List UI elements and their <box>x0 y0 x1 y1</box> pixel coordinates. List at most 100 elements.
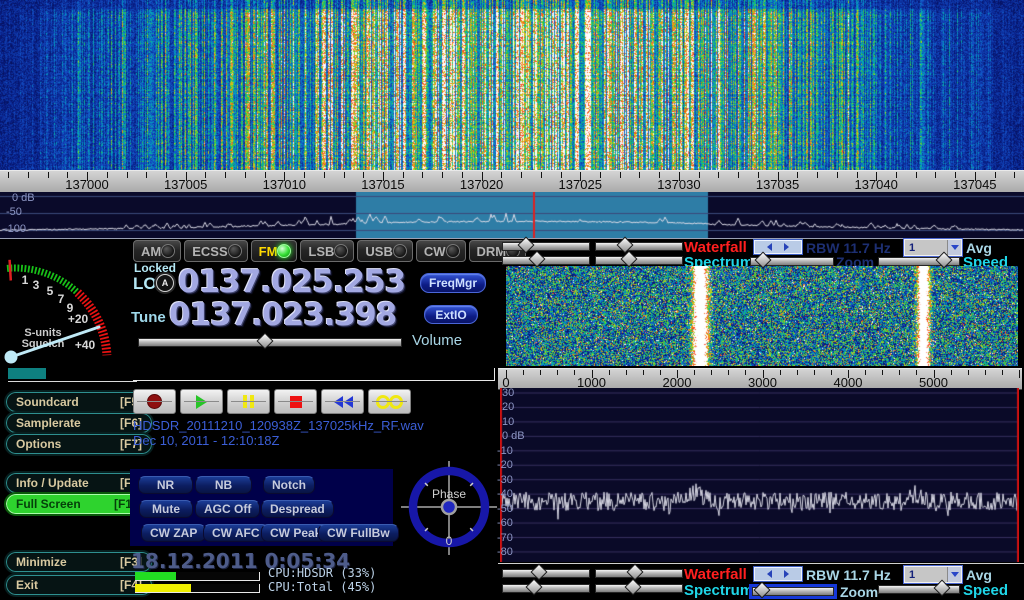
wf-brightness-slider-top[interactable] <box>502 242 590 251</box>
pause-icon <box>243 395 254 408</box>
avg-select-bottom[interactable]: 1 <box>904 566 962 583</box>
slider-thumb[interactable] <box>625 579 642 596</box>
chevron-down-icon[interactable] <box>947 240 961 255</box>
scale-tick <box>540 370 541 375</box>
smeter-needle-hub <box>5 351 18 364</box>
zoom-slider-top[interactable] <box>750 257 834 266</box>
button-label: Soundcard <box>16 395 79 409</box>
nb-button[interactable]: NB <box>195 476 252 494</box>
soundcard-button[interactable]: Soundcard[F5] <box>6 392 152 412</box>
nr-button[interactable]: NR <box>138 476 193 494</box>
mode-ecss-button[interactable]: ECSS <box>184 240 247 262</box>
mode-am-button[interactable]: AM <box>133 240 181 262</box>
slider-thumb[interactable] <box>257 333 274 350</box>
scale-tick <box>985 370 986 375</box>
notch-button[interactable]: Notch <box>263 476 315 494</box>
sp-contrast-slider-top[interactable] <box>595 256 683 265</box>
db-label: 0 dB <box>502 430 525 442</box>
freqmgr-button[interactable]: FreqMgr <box>420 273 486 293</box>
scale-tick <box>780 370 781 375</box>
lock-auto-icon[interactable]: A <box>156 274 174 292</box>
cw-zap-button[interactable]: CW ZAP <box>141 524 206 542</box>
rewind-button[interactable] <box>321 389 364 414</box>
record-button[interactable] <box>133 389 176 414</box>
mute-button[interactable]: Mute <box>139 500 193 518</box>
wf-contrast-slider-top[interactable] <box>595 242 683 251</box>
db-label: -20 <box>497 459 513 471</box>
play-button[interactable] <box>180 389 223 414</box>
slider-thumb[interactable] <box>620 251 637 268</box>
cpu-total-bar <box>135 584 260 593</box>
slider-thumb[interactable] <box>616 237 633 254</box>
sp-contrast-slider-bottom[interactable] <box>595 584 683 593</box>
db-label: 10 <box>502 416 514 428</box>
slider-thumb[interactable] <box>525 579 542 596</box>
frequency-label: 137045 <box>953 177 996 192</box>
scale-tick <box>694 370 695 375</box>
button-label: Full Screen <box>16 497 81 511</box>
avg-select-top[interactable]: 1 <box>904 239 962 256</box>
zoom-spectrum-display[interactable] <box>500 388 1019 562</box>
tune-label: Tune <box>131 309 166 326</box>
extio-button[interactable]: ExtIO <box>424 305 478 324</box>
mode-lsb-button[interactable]: LSB <box>300 240 354 262</box>
button-label: Exit <box>16 578 38 592</box>
zoom-waterfall-display[interactable] <box>506 266 1018 366</box>
sp-brightness-slider-bottom[interactable] <box>502 584 590 593</box>
scale-tick <box>521 172 522 178</box>
scale-tick <box>718 172 719 178</box>
led-icon <box>393 244 407 258</box>
sp-brightness-slider-top[interactable] <box>502 256 590 265</box>
slider-thumb[interactable] <box>755 252 772 269</box>
smeter-tick-label: 3 <box>33 278 40 292</box>
left-arrow-icon[interactable] <box>767 570 772 578</box>
s-meter[interactable]: 1 3 5 7 9 +20 +40 S-units Squelch <box>0 239 130 387</box>
slider-thumb[interactable] <box>529 251 546 268</box>
zoom-slider-bottom[interactable] <box>752 587 834 596</box>
volume-slider[interactable] <box>138 338 402 347</box>
rewind-icon <box>333 396 353 408</box>
cw-fullbw-button[interactable]: CW FullBw <box>318 524 399 542</box>
chevron-down-icon[interactable] <box>947 567 961 582</box>
waterfall-scroll-bottom[interactable] <box>754 567 802 581</box>
mode-cw-button[interactable]: CW <box>416 240 466 262</box>
button-label: Samplerate <box>16 416 81 430</box>
despread-button[interactable]: Despread <box>261 500 334 518</box>
mode-fm-button[interactable]: FM <box>251 240 298 262</box>
zoom-frequency-scale[interactable]: 010002000300040005000 <box>498 368 1022 390</box>
main-spectrum-display[interactable] <box>0 192 1024 238</box>
main-waterfall-display[interactable] <box>0 0 1024 170</box>
left-arrow-icon[interactable] <box>767 243 772 251</box>
agc-off-button[interactable]: AGC Off <box>195 500 260 518</box>
wf-contrast-slider-bottom[interactable] <box>595 569 683 578</box>
right-arrow-icon[interactable] <box>784 243 789 251</box>
scale-tick <box>951 370 952 375</box>
mode-label: USB <box>365 244 392 259</box>
main-frequency-scale[interactable]: 1370001370051370101370151370201370251370… <box>0 170 1024 194</box>
cw-afc-button[interactable]: CW AFC <box>203 524 269 542</box>
exit-button[interactable]: Exit[F4] <box>6 575 152 595</box>
mode-usb-button[interactable]: USB <box>357 240 412 262</box>
recording-filename: HDSDR_20111210_120938Z_137025kHz_RF.wav <box>133 418 424 433</box>
scale-tick <box>541 172 542 178</box>
samplerate-button[interactable]: Samplerate[F6] <box>6 413 152 433</box>
pause-button[interactable] <box>227 389 270 414</box>
options-button[interactable]: Options[F7] <box>6 434 152 454</box>
scale-tick <box>899 370 900 375</box>
button-label: Options <box>16 437 61 451</box>
right-arrow-icon[interactable] <box>784 570 789 578</box>
slider-thumb[interactable] <box>753 582 770 599</box>
lo-frequency-display[interactable]: 0137.025.253 <box>178 267 405 297</box>
slider-thumb[interactable] <box>627 564 644 581</box>
scale-tick <box>609 370 610 375</box>
wf-brightness-slider-bottom[interactable] <box>502 569 590 578</box>
squelch-marker <box>10 260 11 281</box>
loop-button[interactable] <box>368 389 411 414</box>
stop-button[interactable] <box>274 389 317 414</box>
speed-slider-top[interactable] <box>878 257 960 266</box>
speed-slider-bottom[interactable] <box>878 585 960 594</box>
zoom-label: Zoom <box>840 584 878 600</box>
phase-display[interactable]: Phase 0 <box>399 455 499 559</box>
tune-frequency-display[interactable]: 0137.023.398 <box>169 300 396 330</box>
volume-label: Volume <box>412 332 462 349</box>
